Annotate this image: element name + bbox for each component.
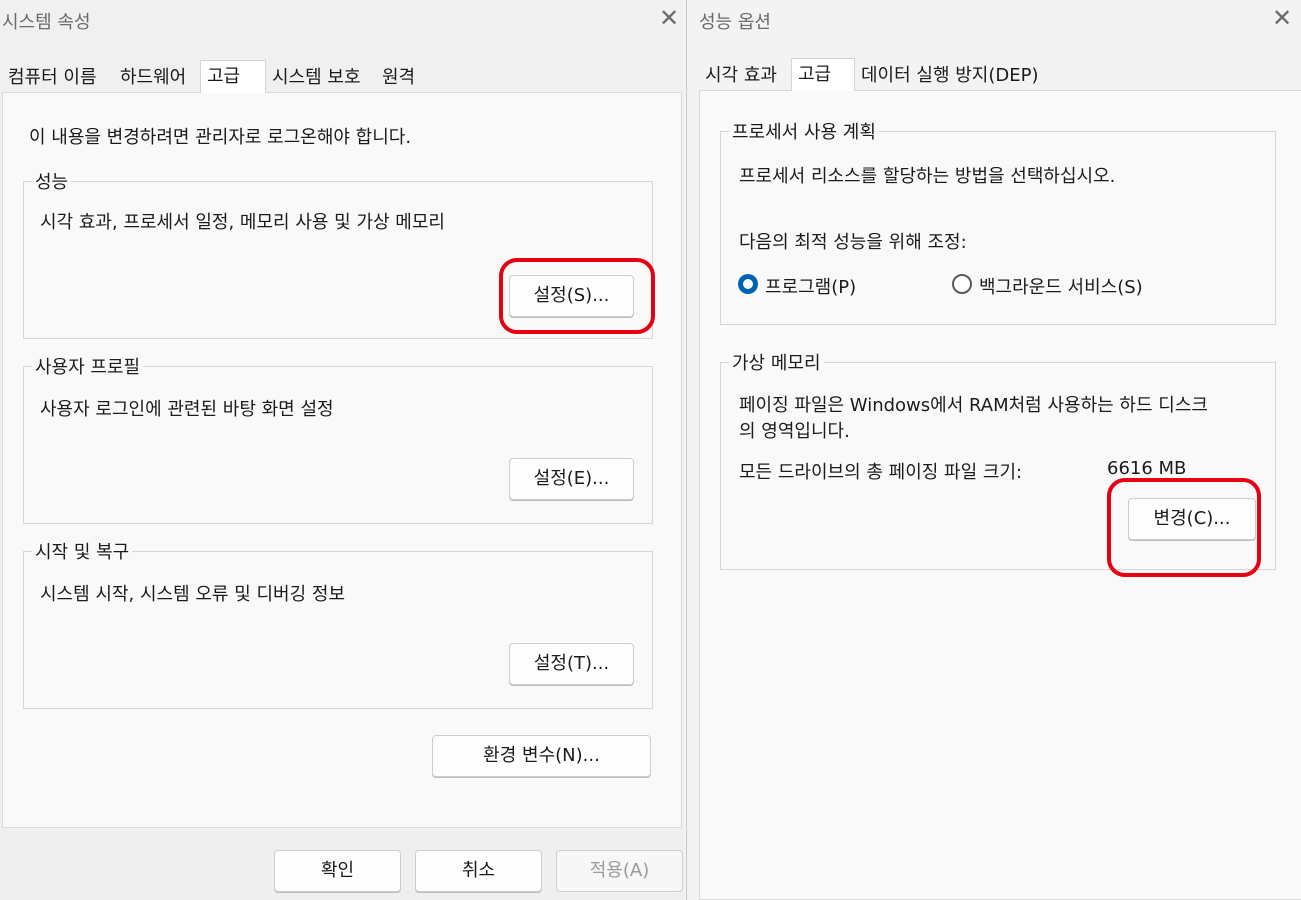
virtual-memory-legend: 가상 메모리 [729,349,824,375]
cancel-button[interactable]: 취소 [415,850,542,892]
environment-variables-button[interactable]: 환경 변수(N)... [432,735,651,777]
virtual-memory-change-button[interactable]: 변경(C)... [1128,498,1256,540]
close-icon[interactable]: ✕ [1268,4,1296,32]
performance-group: 성능 시각 효과, 프로세서 일정, 메모리 사용 및 가상 메모리 설정(S)… [23,168,653,339]
tab-hardware[interactable]: 하드웨어 [114,64,200,92]
tab-remote[interactable]: 원격 [376,64,434,92]
user-profile-legend: 사용자 프로필 [32,353,144,379]
tab-visual-effects[interactable]: 시각 효과 [699,62,791,90]
processor-scheduling-legend: 프로세서 사용 계획 [729,118,879,144]
tab-strip: 컴퓨터 이름 하드웨어 고급 시스템 보호 원격 [2,60,682,93]
tab-advanced[interactable]: 고급 [791,58,855,91]
system-properties-window: 시스템 속성 ✕ 컴퓨터 이름 하드웨어 고급 시스템 보호 원격 이 내용을 … [0,0,684,900]
tab-computer-name[interactable]: 컴퓨터 이름 [2,64,114,92]
background-services-radio[interactable] [952,274,972,294]
virtual-memory-description-line1: 페이징 파일은 Windows에서 RAM처럼 사용하는 하드 디스크 [739,395,1208,416]
user-profile-description: 사용자 로그인에 관련된 바탕 화면 설정 [40,399,334,420]
dialog-footer: 확인 취소 적용(A) [0,828,684,900]
tab-panel-advanced: 프로세서 사용 계획 프로세서 리소스를 할당하는 방법을 선택하십시오. 다음… [699,90,1301,900]
adjust-label: 다음의 최적 성능을 위해 조정: [739,232,967,253]
window-title: 시스템 속성 [2,12,91,33]
startup-recovery-settings-button[interactable]: 설정(T)... [509,643,634,685]
startup-recovery-description: 시스템 시작, 시스템 오류 및 디버깅 정보 [40,584,346,605]
performance-legend: 성능 [32,168,72,194]
window-title: 성능 옵션 [699,12,771,33]
ok-button[interactable]: 확인 [274,850,401,892]
paging-file-total-value: 6616 MB [1107,458,1187,479]
performance-description: 시각 효과, 프로세서 일정, 메모리 사용 및 가상 메모리 [40,212,445,233]
tab-strip: 시각 효과 고급 데이터 실행 방지(DEP) [699,58,1301,91]
apply-button[interactable]: 적용(A) [556,850,683,892]
tab-panel-advanced: 이 내용을 변경하려면 관리자로 로그온해야 합니다. 성능 시각 효과, 프로… [2,92,682,828]
admin-notice: 이 내용을 변경하려면 관리자로 로그온해야 합니다. [29,127,412,148]
startup-recovery-legend: 시작 및 복구 [32,538,133,564]
programs-radio-label[interactable]: 프로그램(P) [765,273,856,299]
close-icon[interactable]: ✕ [655,4,683,32]
background-services-radio-label[interactable]: 백그라운드 서비스(S) [979,273,1143,299]
user-profile-group: 사용자 프로필 사용자 로그인에 관련된 바탕 화면 설정 설정(E)... [23,353,653,524]
virtual-memory-description-line2: 의 영역입니다. [739,421,850,442]
startup-recovery-group: 시작 및 복구 시스템 시작, 시스템 오류 및 디버깅 정보 설정(T)... [23,538,653,709]
user-profile-settings-button[interactable]: 설정(E)... [509,458,634,500]
paging-file-total-label: 모든 드라이브의 총 페이징 파일 크기: [739,462,1023,483]
performance-settings-button[interactable]: 설정(S)... [509,275,634,317]
programs-radio[interactable] [738,274,758,294]
processor-description: 프로세서 리소스를 할당하는 방법을 선택하십시오. [739,166,1116,187]
tab-advanced[interactable]: 고급 [200,60,266,93]
virtual-memory-group: 가상 메모리 페이징 파일은 Windows에서 RAM처럼 사용하는 하드 디… [720,349,1276,570]
performance-options-window: 성능 옵션 ✕ 시각 효과 고급 데이터 실행 방지(DEP) 프로세서 사용 … [686,0,1301,900]
processor-scheduling-group: 프로세서 사용 계획 프로세서 리소스를 할당하는 방법을 선택하십시오. 다음… [720,118,1276,325]
tab-system-protection[interactable]: 시스템 보호 [266,64,376,92]
tab-dep[interactable]: 데이터 실행 방지(DEP) [855,62,1057,90]
